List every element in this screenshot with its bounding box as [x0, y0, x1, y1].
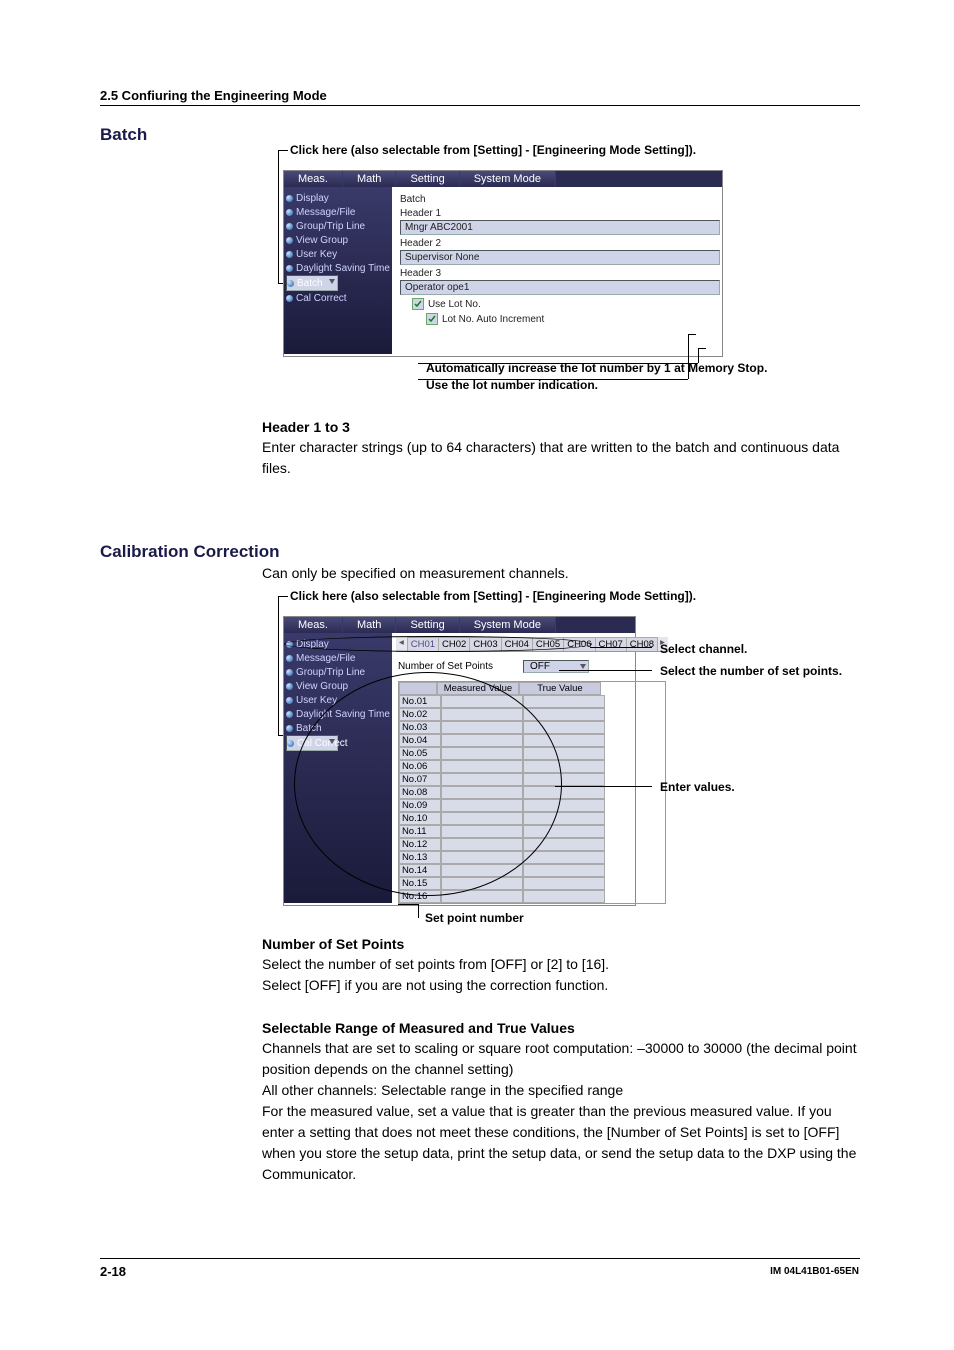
tree-item-group[interactable]: Group/Trip Line	[286, 219, 390, 233]
label-header1: Header 1	[400, 208, 720, 219]
menu-system[interactable]: System Mode	[460, 171, 556, 187]
label-use-lot: Use Lot No.	[428, 299, 481, 310]
select-nsp[interactable]: OFF	[523, 660, 589, 673]
tree-item-batch[interactable]: Batch	[286, 275, 338, 291]
input-header1[interactable]: Mngr ABC2001	[400, 220, 720, 235]
section-header: 2.5 Confiuring the Engineering Mode	[100, 88, 327, 103]
section-rule	[100, 105, 860, 106]
menu-meas[interactable]: Meas.	[284, 171, 343, 187]
checkbox-use-lot[interactable]: Use Lot No.	[412, 298, 720, 310]
detail-batch: Batch Header 1 Mngr ABC2001 Header 2 Sup…	[392, 187, 728, 354]
tree-batch: Display Message/File Group/Trip Line Vie…	[284, 187, 392, 354]
label-nsp: Number of Set Points	[398, 661, 493, 672]
para-nsp: Select the number of set points from [OF…	[262, 954, 862, 996]
menubar: Meas. Math Setting System Mode	[284, 171, 722, 187]
anno-set-point-number: Set point number	[425, 911, 524, 925]
menu-meas[interactable]: Meas.	[284, 617, 343, 633]
anno-line	[688, 334, 696, 335]
subheading-header1to3: Header 1 to 3	[262, 417, 350, 438]
tree-item-viewgroup[interactable]: View Group	[286, 233, 390, 247]
caption-batch: Click here (also selectable from [Settin…	[290, 143, 696, 157]
menu-math[interactable]: Math	[343, 171, 396, 187]
check-icon	[412, 298, 424, 310]
tree-item-display[interactable]: Display	[286, 191, 390, 205]
cell-true[interactable]	[523, 890, 605, 903]
tab-ch07[interactable]: CH07	[595, 637, 627, 651]
menu-system[interactable]: System Mode	[460, 617, 556, 633]
tree-item-dst[interactable]: Daylight Saving Time	[286, 261, 390, 275]
anno-use-lot: Use the lot number indication.	[426, 377, 598, 394]
label-header2: Header 2	[400, 238, 720, 249]
tree-item-message[interactable]: Message/File	[286, 205, 390, 219]
para-header1to3: Enter character strings (up to 64 charac…	[262, 437, 867, 479]
cell-true[interactable]	[523, 864, 605, 877]
heading-batch: Batch	[100, 125, 147, 145]
anno-enter-values: Enter values.	[660, 780, 735, 794]
menu-setting[interactable]: Setting	[396, 171, 459, 187]
label-auto-inc: Lot No. Auto Increment	[442, 314, 544, 325]
cell-true[interactable]	[523, 695, 605, 708]
bracket-tick	[278, 596, 288, 597]
subheading-nsp: Number of Set Points	[262, 934, 404, 955]
oval-table	[294, 672, 562, 896]
check-icon	[426, 313, 438, 325]
subheading-srange: Selectable Range of Measured and True Va…	[262, 1018, 575, 1039]
menubar: Meas. Math Setting System Mode	[284, 617, 635, 633]
screenshot-batch: Meas. Math Setting System Mode Display M…	[283, 170, 723, 357]
anno-auto-increment: Automatically increase the lot number by…	[426, 360, 767, 377]
menu-setting[interactable]: Setting	[396, 617, 459, 633]
anno-select-channel: Select channel.	[660, 642, 747, 656]
anno-line	[418, 904, 419, 918]
anno-line	[555, 786, 652, 787]
heading-cal: Calibration Correction	[100, 542, 279, 562]
document-id: IM 04L41B01-65EN	[770, 1266, 859, 1277]
tree-item-userkey[interactable]: User Key	[286, 247, 390, 261]
th-true: True Value	[519, 682, 601, 695]
bracket-batch	[278, 150, 279, 283]
input-header3[interactable]: Operator ope1	[400, 280, 720, 295]
caption-cal: Click here (also selectable from [Settin…	[290, 589, 696, 603]
page-number: 2-18	[100, 1264, 126, 1279]
menu-math[interactable]: Math	[343, 617, 396, 633]
anno-line	[698, 348, 706, 349]
bracket-tick	[278, 150, 288, 151]
cell-true[interactable]	[523, 877, 605, 890]
label-header3: Header 3	[400, 268, 720, 279]
checkbox-auto-inc[interactable]: Lot No. Auto Increment	[426, 313, 720, 325]
oval-channels	[284, 636, 592, 652]
tab-ch08[interactable]: CH08	[626, 637, 658, 651]
cell-true[interactable]	[523, 851, 605, 864]
tree-item-group[interactable]: Group/Trip Line	[286, 665, 390, 679]
anno-line	[398, 904, 418, 905]
input-header2[interactable]: Supervisor None	[400, 250, 720, 265]
anno-select-nsp: Select the number of set points.	[660, 664, 860, 678]
para-srange: Channels that are set to scaling or squa…	[262, 1038, 862, 1185]
label-batch-title: Batch	[400, 194, 720, 205]
anno-line	[590, 647, 652, 648]
anno-line	[559, 670, 652, 671]
bracket-cal	[278, 596, 279, 735]
footer-rule	[100, 1258, 860, 1259]
tree-item-cal[interactable]: Cal Correct	[286, 291, 390, 305]
tree-item-message[interactable]: Message/File	[286, 651, 390, 665]
para-cal-intro: Can only be specified on measurement cha…	[262, 563, 862, 584]
